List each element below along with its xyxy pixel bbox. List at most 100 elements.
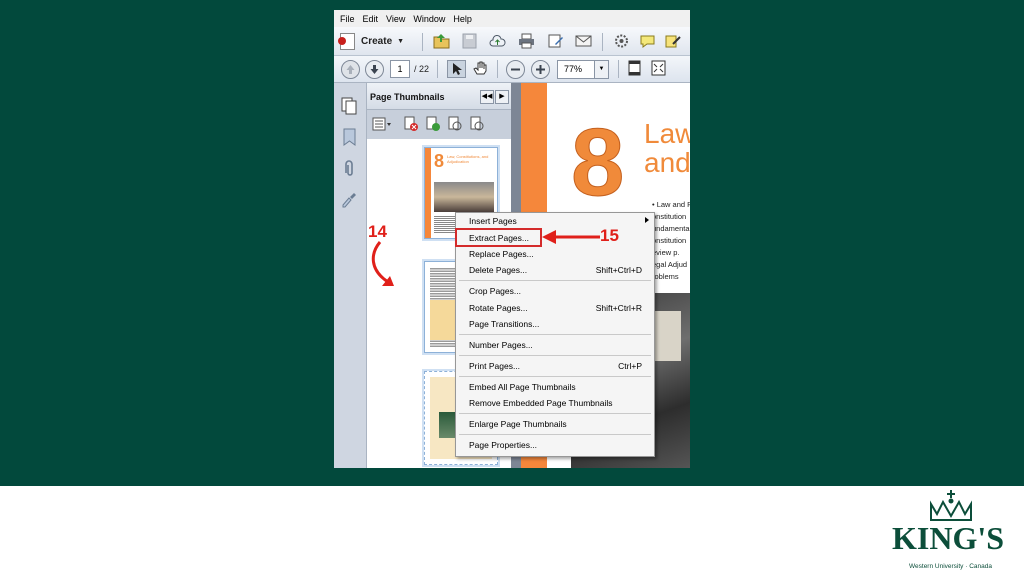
chapter-title: Law and xyxy=(644,119,690,178)
sign-icon[interactable] xyxy=(664,33,681,49)
toolbar-divider xyxy=(602,33,603,51)
menu-page-properties[interactable]: Page Properties... xyxy=(469,438,537,452)
chapter-number: 8 xyxy=(570,109,625,216)
comment-icon[interactable] xyxy=(639,33,656,49)
menu-enlarge-thumbnails[interactable]: Enlarge Page Thumbnails xyxy=(469,417,567,431)
menu-edit[interactable]: Edit xyxy=(363,14,379,24)
menu-replace-pages[interactable]: Replace Pages... xyxy=(469,247,534,261)
topic-item: onstitution xyxy=(652,236,687,245)
bookmark-icon[interactable] xyxy=(342,128,357,146)
email-icon[interactable] xyxy=(575,33,592,49)
rotate-shortcut: Shift+Ctrl+R xyxy=(595,303,642,313)
zoom-in-button[interactable] xyxy=(531,60,550,79)
step-15-label: 15 xyxy=(600,226,619,245)
page-number-input[interactable]: 1 xyxy=(390,60,410,78)
menu-crop-pages[interactable]: Crop Pages... xyxy=(469,284,521,298)
select-cursor-icon[interactable] xyxy=(447,60,466,78)
title-line-1: Law xyxy=(644,118,690,149)
curved-arrow-icon xyxy=(371,241,394,286)
logo-subtitle: Western University · Canada xyxy=(909,563,992,570)
toolbar-divider xyxy=(618,60,619,78)
options-menu-icon[interactable] xyxy=(372,116,392,132)
fit-page-icon[interactable] xyxy=(626,60,643,76)
toolbar-divider xyxy=(497,60,498,78)
topic-item: roblems xyxy=(652,272,679,281)
signatures-icon[interactable] xyxy=(341,191,358,208)
menu-view[interactable]: View xyxy=(386,14,405,24)
page-total: / 22 xyxy=(414,64,430,74)
menu-separator xyxy=(459,334,651,335)
page-thumbnails-icon[interactable] xyxy=(341,97,358,115)
title-line-2: and xyxy=(644,147,690,179)
open-folder-icon[interactable] xyxy=(433,33,450,49)
redo-page-icon[interactable] xyxy=(469,116,485,132)
paperclip-icon[interactable] xyxy=(342,159,357,177)
menu-delete-pages[interactable]: Delete Pages... xyxy=(469,263,527,277)
menu-separator xyxy=(459,280,651,281)
submenu-arrow-icon xyxy=(645,217,649,223)
cloud-upload-icon[interactable] xyxy=(489,33,506,49)
arrow-left-icon xyxy=(542,230,600,244)
menu-page-transitions[interactable]: Page Transitions... xyxy=(469,317,539,331)
menu-embed-thumbnails[interactable]: Embed All Page Thumbnails xyxy=(469,380,576,394)
gear-icon[interactable] xyxy=(613,33,630,49)
previous-page-button[interactable] xyxy=(341,60,360,79)
topic-item: onstitution xyxy=(652,212,687,221)
next-page-button[interactable] xyxy=(365,60,384,79)
menu-file[interactable]: File xyxy=(340,14,355,24)
minus-icon xyxy=(511,68,520,71)
topic-item: eview p. xyxy=(652,248,680,257)
menu-separator xyxy=(459,376,651,377)
thumbnail-toolbar xyxy=(367,116,511,134)
delete-pages-icon[interactable] xyxy=(403,116,419,132)
arrow-up-icon xyxy=(346,65,355,74)
delete-shortcut: Shift+Ctrl+D xyxy=(595,265,642,275)
create-pdf-icon xyxy=(338,32,355,50)
menu-window[interactable]: Window xyxy=(413,14,445,24)
menu-remove-thumbnails[interactable]: Remove Embedded Page Thumbnails xyxy=(469,396,612,410)
edit-document-icon[interactable] xyxy=(547,33,564,49)
panel-title: Page Thumbnails xyxy=(370,92,445,102)
menu-number-pages[interactable]: Number Pages... xyxy=(469,338,533,352)
panel-options-button[interactable]: ▶ xyxy=(495,90,509,104)
page-context-menu: Insert Pages Extract Pages... Replace Pa… xyxy=(455,212,655,457)
arrow-down-icon xyxy=(370,65,379,74)
thumb-color-band xyxy=(425,148,431,238)
insert-pages-icon[interactable] xyxy=(425,116,441,132)
hand-tool-icon[interactable] xyxy=(472,60,489,76)
zoom-level-select[interactable]: 77% ▼ xyxy=(557,60,609,79)
undo-page-icon[interactable] xyxy=(447,116,463,132)
menu-bar: File Edit View Window Help xyxy=(334,10,690,27)
extract-pages-highlight xyxy=(455,228,542,247)
save-icon[interactable] xyxy=(461,33,478,49)
chevron-down-icon: ▼ xyxy=(397,37,405,45)
thumbnail-label: 3 xyxy=(455,467,475,468)
menu-separator xyxy=(459,413,651,414)
step-14-label: 14 xyxy=(368,222,387,241)
navigation-toolbar: 1 / 22 77% ▼ xyxy=(334,56,690,83)
create-label: Create xyxy=(361,35,393,47)
full-screen-icon[interactable] xyxy=(650,60,667,76)
print-icon[interactable] xyxy=(518,33,535,49)
crown-logo-icon xyxy=(930,490,972,521)
create-button[interactable]: Create ▼ xyxy=(338,32,405,50)
chevron-down-icon[interactable]: ▼ xyxy=(594,61,608,78)
chapter-topics: • Law and Poli onstitution undamenta ons… xyxy=(652,199,690,283)
navigation-pane-rail xyxy=(334,83,367,468)
kings-logo: KING'S Western University · Canada xyxy=(890,488,1024,576)
logo-wordmark: KING'S xyxy=(892,520,1005,556)
menu-rotate-pages[interactable]: Rotate Pages... xyxy=(469,301,528,315)
topic-item: egal Adjud xyxy=(652,260,688,269)
main-toolbar: Create ▼ xyxy=(334,27,690,56)
menu-help[interactable]: Help xyxy=(453,14,472,24)
menu-print-pages[interactable]: Print Pages... xyxy=(469,359,520,373)
thumb-photo xyxy=(434,182,494,212)
menu-insert-pages[interactable]: Insert Pages xyxy=(469,214,517,228)
zoom-out-button[interactable] xyxy=(506,60,525,79)
menu-separator xyxy=(459,434,651,435)
toolbar-divider xyxy=(422,33,423,51)
print-shortcut: Ctrl+P xyxy=(618,361,642,371)
plus-icon xyxy=(536,65,545,74)
collapse-panel-button[interactable]: ◀◀ xyxy=(480,90,494,104)
thumb-chapter-number: 8 xyxy=(434,151,445,171)
